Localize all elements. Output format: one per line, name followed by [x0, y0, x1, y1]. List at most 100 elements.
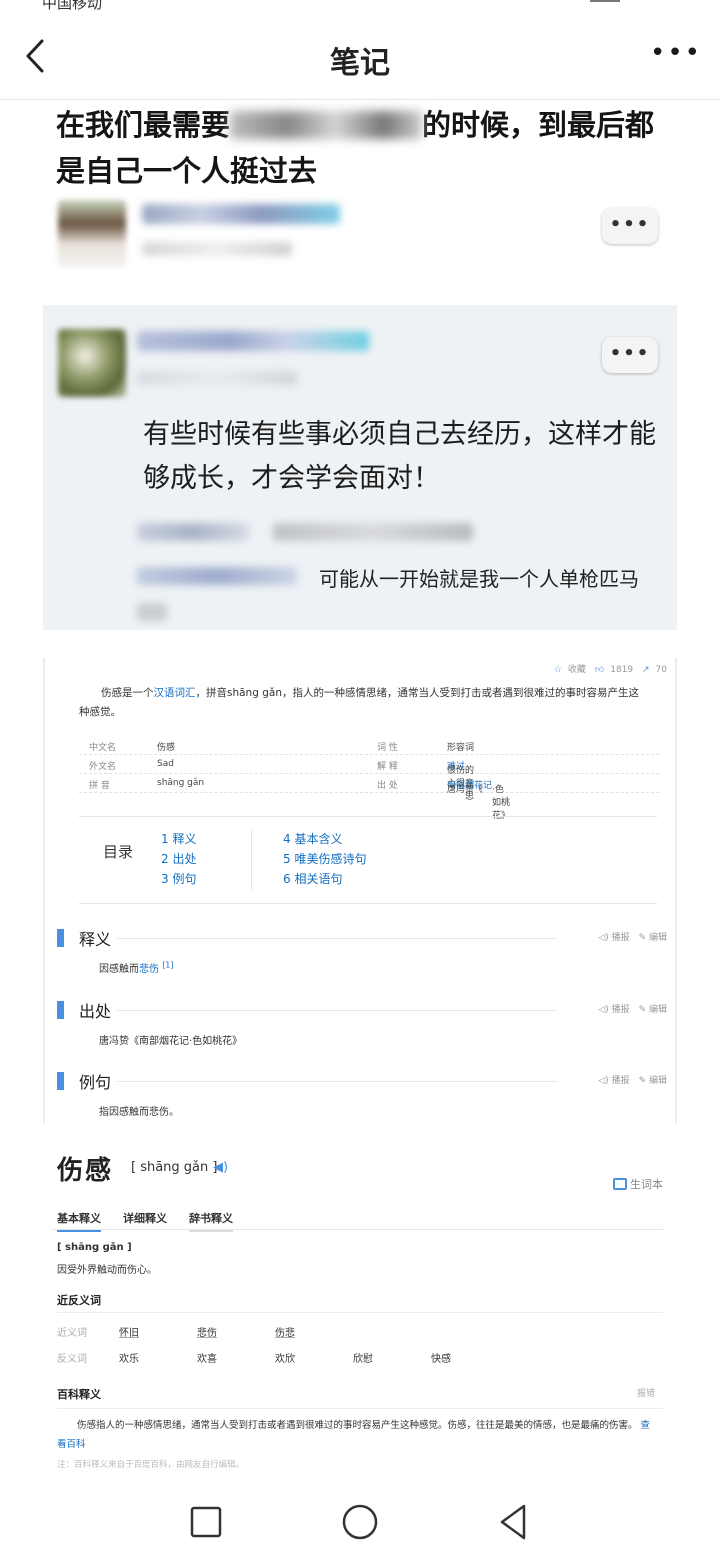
encyclopedia-heading: 百科释义	[57, 1388, 101, 1401]
pencil-icon[interactable]: ✎	[639, 933, 647, 943]
post-title: 在我们最需要 的时候，到最后都是自己一个人挺过去	[56, 102, 676, 194]
divider	[57, 1312, 663, 1313]
edit-button[interactable]: 编辑	[649, 1005, 667, 1015]
section-header: 释义 ◁) 播报 ✎ 编辑	[57, 926, 667, 950]
pencil-icon[interactable]: ✎	[639, 1005, 647, 1015]
report-error-button[interactable]: 报错	[637, 1386, 655, 1399]
synonym-link[interactable]: 伤悲	[275, 1324, 295, 1339]
info-key: 词 性	[377, 743, 398, 753]
info-value: Sad	[157, 759, 174, 769]
section-body: 指因感触而悲伤。	[99, 1107, 179, 1118]
basic-info-table: 中文名 伤感 词 性 形容词 外文名 Sad 解 释 很伤心很 难过 的意思 拼 音…	[79, 736, 659, 821]
square-icon	[190, 1506, 222, 1538]
baike-intro: 伤感是一个汉语词汇，拼音shāng gǎn，指人的一种感情思绪，通常当人受到打击…	[79, 684, 649, 722]
antonym-link[interactable]: 欢欣	[275, 1350, 295, 1365]
toc-item[interactable]: 2 出处	[161, 849, 196, 869]
info-row: 中文名 伤感 词 性 形容词	[79, 736, 659, 755]
body-link[interactable]: 悲伤	[139, 964, 159, 975]
info-key: 拼 音	[89, 781, 110, 791]
report-button[interactable]: 播报	[612, 1076, 630, 1086]
post-options-button[interactable]: •••	[602, 208, 658, 244]
status-bar: 中国移动	[0, 0, 720, 12]
info-key: 外文名	[89, 762, 117, 772]
tab-dictionary[interactable]: 辞书释义	[189, 1210, 233, 1232]
toc-item[interactable]: 3 例句	[161, 869, 196, 889]
edit-button[interactable]: 编辑	[649, 933, 667, 943]
intro-text: 伤感是一个	[101, 687, 154, 699]
citation[interactable]: [1]	[162, 961, 173, 970]
synonym-link[interactable]: 悲伤	[197, 1324, 217, 1339]
section-marker	[57, 1072, 64, 1090]
speaker-icon[interactable]: ◁)	[598, 1076, 608, 1086]
avatar[interactable]	[58, 200, 126, 268]
blurred-username	[142, 204, 340, 224]
wordbook-icon	[613, 1178, 627, 1190]
edit-button[interactable]: 编辑	[649, 1076, 667, 1086]
info-key: 解 释	[377, 762, 398, 772]
carrier-label: 中国移动	[42, 0, 103, 12]
divider	[117, 938, 557, 939]
star-icon[interactable]: ☆	[554, 665, 562, 675]
back-nav-button[interactable]	[494, 1502, 534, 1542]
blurred-reply-meta	[273, 523, 473, 541]
intro-link[interactable]: 汉语词汇	[154, 687, 196, 699]
thumbs-up-icon[interactable]: 👍︎	[595, 665, 604, 675]
report-button[interactable]: 播报	[612, 1005, 630, 1015]
comment-text: 有些时候有些事必须自己去经历，这样才能够成长，才会学会面对！	[143, 419, 656, 494]
toc-item[interactable]: 5 唯美伤感诗句	[283, 849, 366, 869]
info-key: 中文名	[89, 743, 117, 753]
blurred-meta	[142, 242, 292, 256]
table-of-contents: 目录 1 释义 2 出处 3 例句 4 基本含义 5 唯美伤感诗句 6 相关语句	[79, 816, 657, 904]
toc-label: 目录	[103, 843, 134, 861]
reply-text: 可能从一开始就是我一个人单枪匹马	[319, 567, 639, 591]
comment-card: ••• 有些时候有些事必须自己去经历，这样才能够成长，才会学会面对！ 可能从一开…	[43, 305, 677, 630]
battery-icon	[590, 0, 620, 2]
speaker-icon[interactable]: ◀)	[213, 1160, 228, 1175]
home-button[interactable]	[340, 1502, 380, 1542]
blurred-reply-line	[137, 603, 167, 621]
antonym-row: 反义词 欢乐 欢喜 欢欣 欣慰 快感	[57, 1350, 657, 1366]
avatar[interactable]	[58, 329, 126, 397]
antonym-link[interactable]: 欣慰	[353, 1350, 373, 1365]
synonym-row: 近义词 怀旧 悲伤 伤悲	[57, 1324, 657, 1340]
comment-options-button[interactable]: •••	[602, 337, 658, 373]
antonym-link[interactable]: 欢乐	[119, 1350, 139, 1365]
wordbook-label: 生词本	[630, 1178, 663, 1191]
toc-item[interactable]: 6 相关语句	[283, 869, 366, 889]
speaker-icon[interactable]: ◁)	[598, 1005, 608, 1015]
synonym-label: 近义词	[57, 1328, 87, 1339]
blurred-reply-meta	[137, 523, 249, 541]
toc-column: 1 释义 2 出处 3 例句	[161, 829, 196, 889]
toc-item[interactable]: 1 释义	[161, 829, 196, 849]
synonym-link[interactable]: 怀旧	[119, 1324, 139, 1339]
info-value: 形容词	[447, 743, 475, 753]
section-title: 释义	[79, 930, 112, 949]
more-horizontal-icon: •••	[650, 38, 703, 68]
recents-button[interactable]	[186, 1502, 226, 1542]
tab-detailed[interactable]: 详细释义	[123, 1210, 167, 1230]
section-actions: ◁) 播报 ✎ 编辑	[598, 1002, 667, 1015]
more-options-button[interactable]: •••	[650, 40, 700, 72]
info-value: 唐冯贽《 南部烟花记 ·色如桃花》	[447, 781, 511, 821]
section-body: 唐冯贽《南部烟花记·色如桃花》	[99, 1036, 243, 1047]
share-icon[interactable]: ↗	[642, 665, 650, 675]
definition-pinyin: [ shāng gǎn ]	[57, 1242, 132, 1253]
page-title: 笔记	[330, 46, 390, 81]
section-title: 例句	[79, 1073, 112, 1092]
antonym-link[interactable]: 快感	[431, 1350, 451, 1365]
report-button[interactable]: 播报	[612, 933, 630, 943]
system-nav-bar	[0, 1480, 720, 1565]
antonym-link[interactable]: 欢喜	[197, 1350, 217, 1365]
tab-basic[interactable]: 基本释义	[57, 1210, 101, 1232]
section-marker	[57, 1001, 64, 1019]
section-header: 例句 ◁) 播报 ✎ 编辑	[57, 1069, 667, 1093]
collect-label[interactable]: 收藏	[568, 665, 586, 675]
toc-item[interactable]: 4 基本含义	[283, 829, 366, 849]
wordbook-button[interactable]: 生词本	[613, 1176, 663, 1192]
speaker-icon[interactable]: ◁)	[598, 933, 608, 943]
pencil-icon[interactable]: ✎	[639, 1076, 647, 1086]
dictionary-screenshot: 伤感 [ shāng gǎn ] ◀) 生词本 基本释义 详细释义 辞书释义 […	[43, 1150, 677, 1480]
section-header: 出处 ◁) 播报 ✎ 编辑	[57, 998, 667, 1022]
baike-stats: ☆ 收藏 👍︎ 1819 ↗ 70	[548, 662, 667, 675]
blurred-meta	[137, 371, 297, 385]
